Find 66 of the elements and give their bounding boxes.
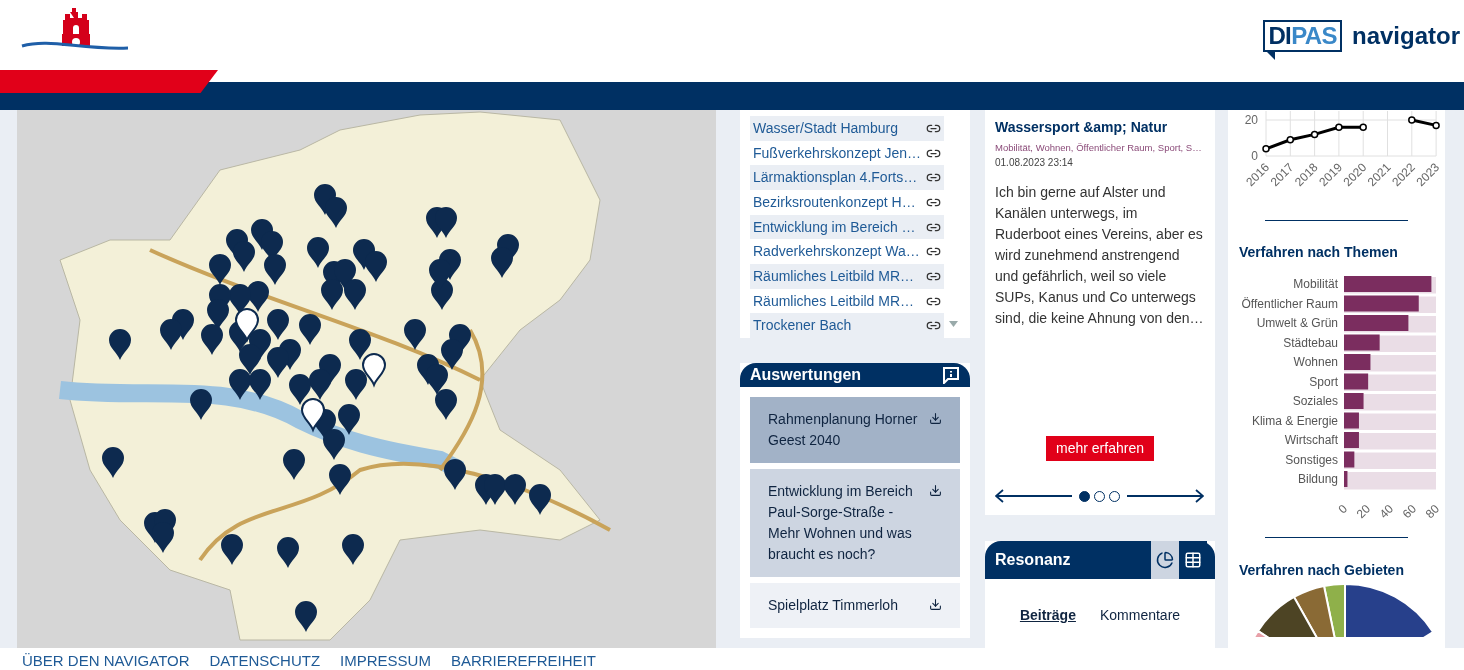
- category-label: Sport: [1309, 374, 1338, 389]
- axis-tick-label: 20: [1244, 113, 1258, 127]
- category-label: Städtebau: [1283, 335, 1338, 350]
- procedure-link[interactable]: Entwicklung im Bereich …: [750, 214, 944, 240]
- axis-tick-label: 0: [1335, 501, 1351, 517]
- panel-title: Auswertungen: [750, 365, 862, 385]
- download-icon: [929, 484, 942, 497]
- bar: [1344, 471, 1348, 487]
- chart-title: Verfahren nach Themen: [1239, 243, 1399, 262]
- procedure-link[interactable]: Trockener Bach: [750, 313, 944, 339]
- evaluation-item[interactable]: Rahmenplanung Horner Geest 2040: [750, 397, 960, 463]
- data-point: [1286, 136, 1295, 144]
- brand-name: navigator: [1351, 21, 1460, 51]
- footer-link[interactable]: ÜBER DEN NAVIGATOR: [22, 650, 190, 670]
- footer-link[interactable]: DATENSCHUTZ: [209, 650, 321, 670]
- footer-link[interactable]: IMPRESSUM: [340, 650, 431, 670]
- contribution-title: Wassersport &amp; Natur: [995, 118, 1169, 137]
- data-point: [1359, 123, 1367, 131]
- procedure-link[interactable]: Lärmaktionsplan 4.Forts…: [750, 165, 944, 190]
- category-label: Klima & Energie: [1251, 413, 1338, 428]
- data-point: [1310, 130, 1319, 139]
- arrow-left-icon[interactable]: [995, 489, 1073, 504]
- evaluation-item[interactable]: Spielplatz Timmerloh: [750, 583, 960, 628]
- data-point: [1432, 121, 1440, 130]
- axis-tick-label: 0: [1251, 149, 1258, 163]
- resonance-tab[interactable]: Beiträge: [1019, 605, 1076, 626]
- bar: [1344, 354, 1371, 370]
- evaluation-item[interactable]: Entwicklung im Bereich Paul-Sorge-Straße - Mehr Wohnen und was braucht es noch?: [750, 469, 960, 577]
- table-icon: [1184, 551, 1202, 569]
- category-label: Mobilität: [1293, 277, 1338, 291]
- category-label: Wohnen: [1293, 355, 1338, 369]
- procedure-link[interactable]: Räumliches Leitbild MR…: [750, 264, 944, 289]
- category-label: Öffentlicher Raum: [1241, 296, 1338, 311]
- bar: [1344, 432, 1359, 448]
- axis-tick-label: 40: [1376, 501, 1397, 522]
- pie-chart-icon: [1156, 551, 1174, 569]
- city-map-drawing[interactable]: [17, 110, 716, 648]
- download-icon: [929, 412, 942, 425]
- category-label: Sonstiges: [1285, 452, 1338, 467]
- read-more-button[interactable]: mehr erfahren: [1046, 436, 1154, 462]
- footer-link[interactable]: BARRIEREFREIHEIT: [450, 650, 596, 670]
- bar: [1344, 315, 1409, 331]
- scroll-arrow-icon: [949, 321, 958, 327]
- axis-tick-label: 80: [1422, 501, 1443, 522]
- bar: [1344, 393, 1364, 409]
- chart-view-button[interactable]: [1151, 541, 1179, 579]
- category-label: Bildung: [1297, 472, 1338, 486]
- category-label: Soziales: [1292, 394, 1338, 408]
- download-icon: [929, 598, 942, 611]
- chart-title: Verfahren nach Gebieten: [1239, 561, 1405, 580]
- contribution-text: Ich bin gerne auf Alster und Kanälen unterwegs, im Ruderboot eines Vereins, aber es wird zunehmend anstrengend und gefährlich, weil so viele SUPs, Kanus und Co unterwegs sind, die keine Ahnung von den…: [995, 183, 1205, 329]
- arrow-right-icon[interactable]: [1126, 489, 1204, 504]
- data-point: [1262, 145, 1270, 153]
- procedure-link[interactable]: Wasser/Stadt Hamburg: [750, 116, 944, 141]
- axis-tick-label: 20: [1353, 501, 1374, 522]
- axis-tick-label: 60: [1399, 501, 1420, 522]
- contribution-tags: Mobilität, Wohnen, Öffentlicher Raum, Sport, S…: [995, 141, 1205, 156]
- contribution-date: 01.08.2023 23:14: [995, 156, 1074, 171]
- bar: [1344, 451, 1355, 468]
- info-bubble-icon: [942, 366, 960, 384]
- data-point: [1408, 116, 1416, 124]
- category-label: Umwelt & Grün: [1256, 316, 1338, 330]
- data-point: [1335, 123, 1343, 131]
- category-label: Wirtschaft: [1284, 433, 1338, 447]
- resonance-tab[interactable]: Kommentare: [1099, 605, 1181, 626]
- panel-title: Resonanz: [995, 550, 1071, 570]
